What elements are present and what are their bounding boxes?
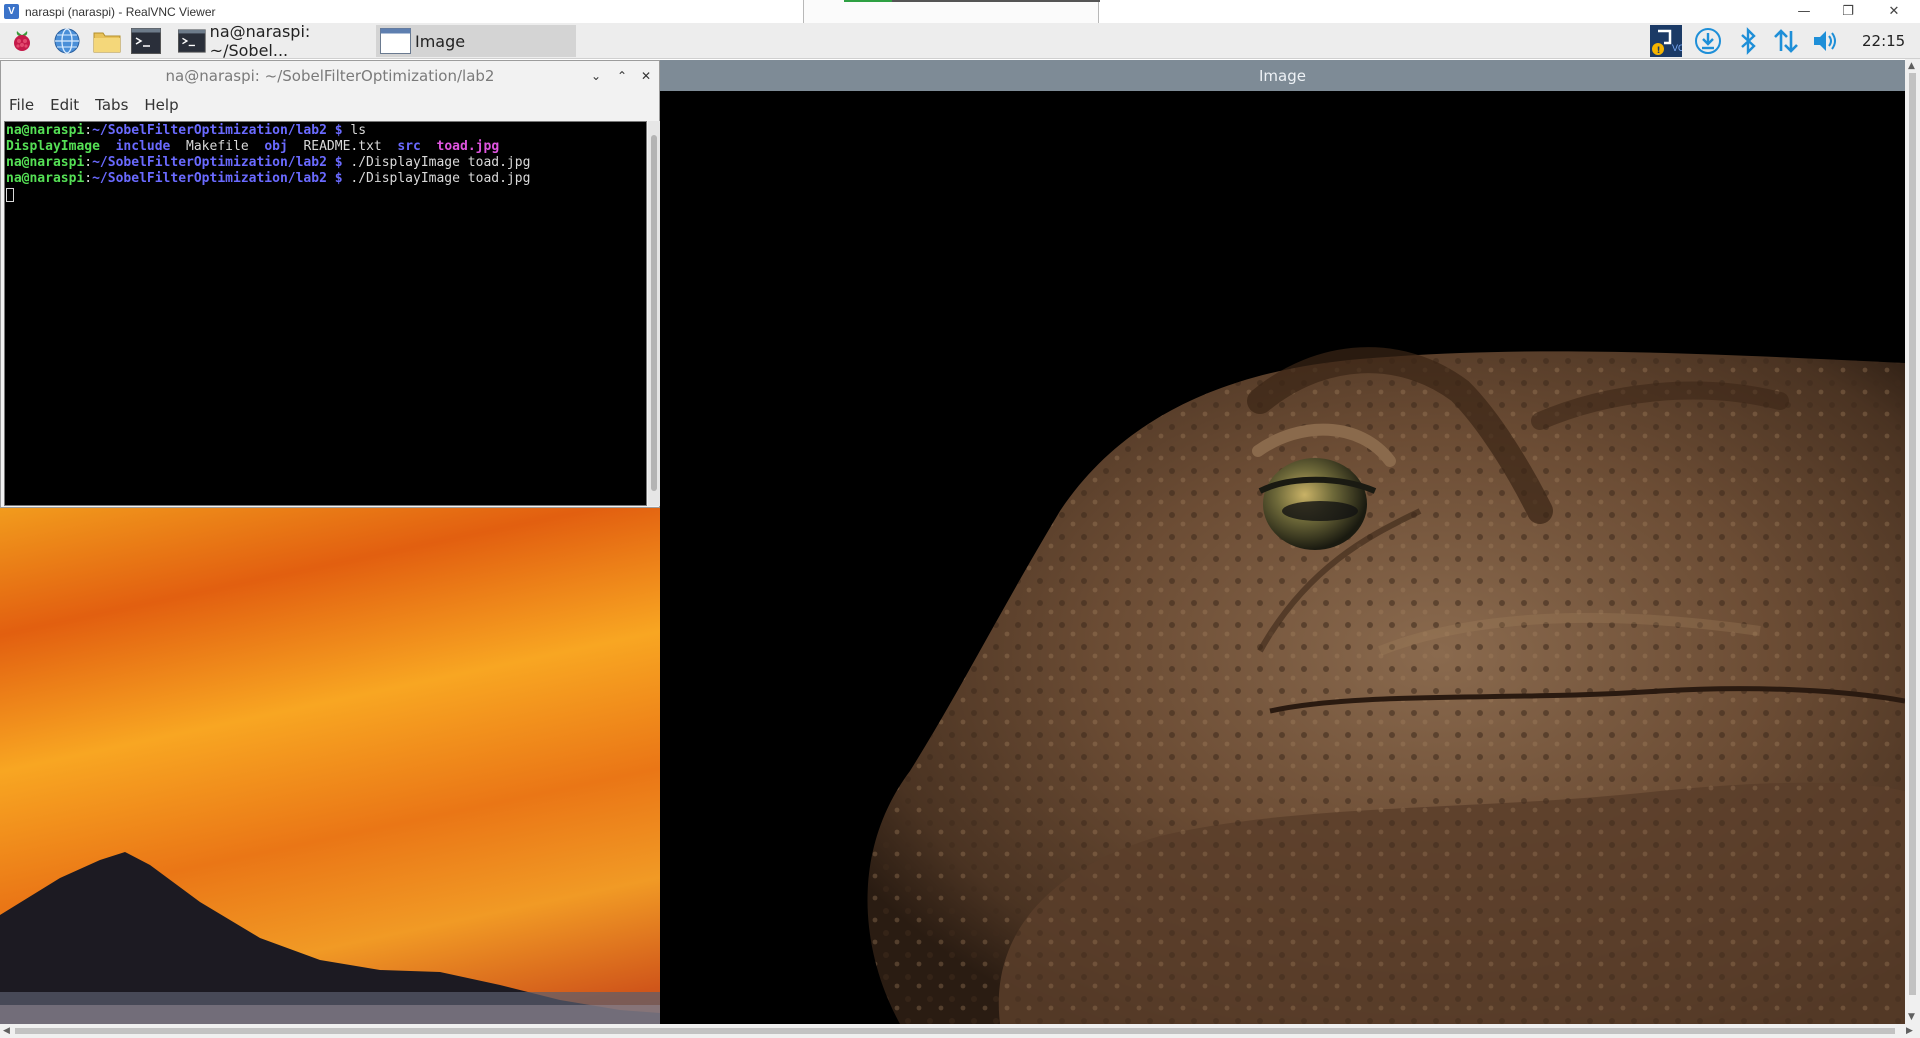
terminal-titlebar[interactable]: na@naraspi: ~/SobelFilterOptimization/la… <box>1 61 659 91</box>
terminal-line: na@naraspi:~/SobelFilterOptimization/lab… <box>6 171 531 186</box>
vnc-horizontal-scrollbar[interactable]: ◀ ▶ <box>0 1024 1920 1038</box>
clock: 22:15 <box>1862 32 1906 50</box>
vnc-window-title: naraspi (naraspi) - RealVNC Viewer <box>25 4 216 19</box>
taskbar-task-label: Image <box>415 31 466 51</box>
terminal-close-icon[interactable]: ✕ <box>637 67 655 85</box>
terminal-line: DisplayImage include Makefile obj README… <box>6 139 500 154</box>
vnc-toolbar-handle[interactable] <box>803 0 1100 25</box>
terminal-chevron-down-icon[interactable]: ⌄ <box>587 67 605 85</box>
minimize-button[interactable]: — <box>1782 0 1826 23</box>
terminal-menubar: File Edit Tabs Help <box>1 91 659 119</box>
scroll-left-icon[interactable]: ◀ <box>3 1026 10 1036</box>
menu-tabs[interactable]: Tabs <box>95 96 128 114</box>
terminal-maximize-icon[interactable]: ⌃ <box>613 67 631 85</box>
close-button[interactable]: ✕ <box>1872 0 1916 23</box>
scroll-up-icon[interactable]: ▲ <box>1908 61 1915 71</box>
restore-button[interactable]: ❐ <box>1826 0 1870 23</box>
taskbar-task-label: na@naraspi: ~/Sobel... <box>209 22 311 60</box>
taskbar-task-terminal[interactable]: na@naraspi: ~/Sobel... <box>174 22 374 60</box>
file-manager-icon[interactable] <box>92 26 122 56</box>
terminal-window[interactable]: na@naraspi: ~/SobelFilterOptimization/la… <box>0 60 660 508</box>
network-icon[interactable] <box>1770 25 1802 57</box>
terminal-cursor <box>6 187 14 202</box>
menu-file[interactable]: File <box>9 96 34 114</box>
toad-photo <box>867 347 1905 1024</box>
terminal-scrollbar[interactable] <box>648 121 660 506</box>
menu-edit[interactable]: Edit <box>50 96 79 114</box>
bluetooth-icon[interactable] <box>1732 25 1764 57</box>
terminal-line: na@naraspi:~/SobelFilterOptimization/lab… <box>6 123 367 138</box>
vnc-vertical-scrollbar[interactable]: ▲ ▼ <box>1905 59 1920 1024</box>
scroll-right-icon[interactable]: ▶ <box>1906 1026 1913 1036</box>
terminal-line: na@naraspi:~/SobelFilterOptimization/lab… <box>6 155 531 170</box>
image-window-title: Image <box>1259 66 1306 85</box>
web-browser-icon[interactable] <box>52 26 82 56</box>
svg-text:VC: VC <box>1672 43 1682 53</box>
vertical-scroll-thumb[interactable] <box>1909 73 1916 995</box>
taskbar: na@naraspi: ~/Sobel... Image VC ! 22:15 <box>0 22 1920 60</box>
terminal-launcher-icon[interactable] <box>131 26 161 56</box>
svg-text:!: ! <box>1657 46 1661 56</box>
terminal-line <box>6 187 645 203</box>
raspberry-menu-icon[interactable] <box>7 26 37 56</box>
terminal-output[interactable]: na@naraspi:~/SobelFilterOptimization/lab… <box>4 121 647 506</box>
menu-help[interactable]: Help <box>144 96 178 114</box>
volume-icon[interactable] <box>1810 25 1842 57</box>
download-icon[interactable] <box>1692 25 1724 57</box>
image-canvas <box>660 91 1905 1024</box>
horizontal-scroll-thumb[interactable] <box>15 1028 1895 1034</box>
terminal-icon <box>178 29 206 53</box>
desktop-wallpaper: na@naraspi: ~/SobelFilterOptimization/la… <box>0 60 1905 1024</box>
vnc-titlebar: V naraspi (naraspi) - RealVNC Viewer — ❐… <box>0 0 1920 25</box>
window-icon <box>380 28 411 54</box>
taskbar-task-image[interactable]: Image <box>376 25 576 57</box>
image-window-titlebar[interactable]: Image <box>660 60 1905 91</box>
vnc-server-icon[interactable]: VC ! <box>1650 25 1682 57</box>
realvnc-logo-icon: V <box>4 4 19 19</box>
image-window[interactable]: Image <box>660 60 1905 1024</box>
scroll-down-icon[interactable]: ▼ <box>1908 1012 1915 1022</box>
terminal-title: na@naraspi: ~/SobelFilterOptimization/la… <box>165 67 495 85</box>
